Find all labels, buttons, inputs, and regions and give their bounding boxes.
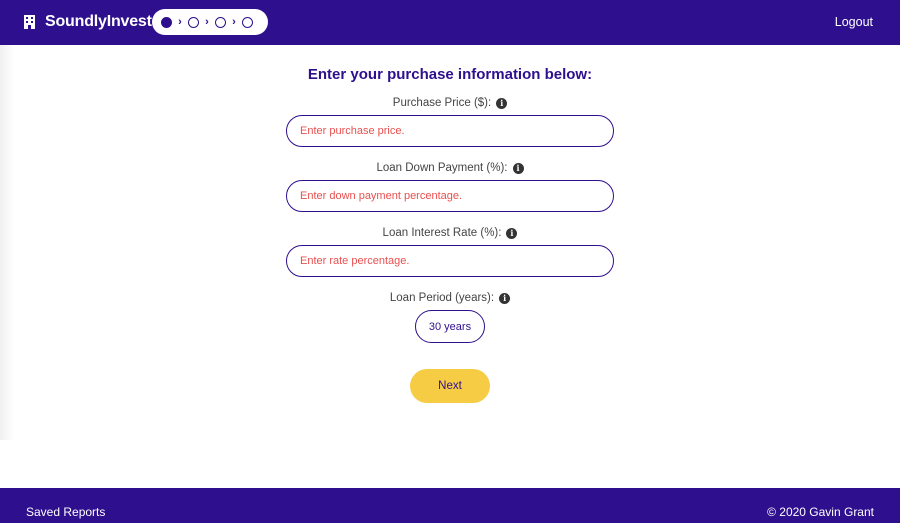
copyright-text: © 2020 Gavin Grant xyxy=(767,505,874,519)
loan-period-selector[interactable]: 30 years xyxy=(415,310,485,343)
interest-rate-label: Loan Interest Rate (%): i xyxy=(0,227,900,239)
step-1-indicator xyxy=(161,16,172,28)
step-2-indicator xyxy=(188,16,199,28)
interest-rate-input[interactable] xyxy=(286,245,614,277)
brand[interactable]: SoundlyInvest xyxy=(24,13,152,31)
info-icon[interactable]: i xyxy=(499,292,511,304)
step-arrow-icon: › xyxy=(178,15,182,28)
saved-reports-link[interactable]: Saved Reports xyxy=(26,505,105,519)
step-arrow-icon: › xyxy=(205,15,209,28)
logout-link[interactable]: Logout xyxy=(835,15,873,29)
progress-stepper: › › › xyxy=(152,9,268,35)
purchase-form: Enter your purchase information below: P… xyxy=(0,45,900,488)
down-payment-input[interactable] xyxy=(286,180,614,212)
loan-period-label-text: Loan Period (years): xyxy=(389,292,495,304)
loan-period-label: Loan Period (years): i xyxy=(0,292,900,304)
purchase-price-input[interactable] xyxy=(286,115,614,147)
step-3-indicator xyxy=(215,16,226,28)
top-navbar: SoundlyInvest › › › Logout xyxy=(0,0,900,45)
footer: Saved Reports © 2020 Gavin Grant xyxy=(0,488,900,523)
brand-name: SoundlyInvest xyxy=(45,13,152,30)
down-payment-label-text: Loan Down Payment (%): xyxy=(376,162,508,174)
next-button[interactable]: Next xyxy=(410,369,490,403)
purchase-price-label-text: Purchase Price ($): xyxy=(392,97,492,109)
info-icon[interactable]: i xyxy=(496,97,508,109)
info-icon[interactable]: i xyxy=(506,227,518,239)
down-payment-label: Loan Down Payment (%): i xyxy=(0,162,900,174)
purchase-price-label: Purchase Price ($): i xyxy=(0,97,900,109)
info-icon[interactable]: i xyxy=(512,162,524,174)
building-icon xyxy=(24,15,35,29)
interest-rate-label-text: Loan Interest Rate (%): xyxy=(382,227,502,239)
form-title: Enter your purchase information below: xyxy=(307,66,593,83)
step-4-indicator xyxy=(242,16,253,28)
step-arrow-icon: › xyxy=(232,15,236,28)
